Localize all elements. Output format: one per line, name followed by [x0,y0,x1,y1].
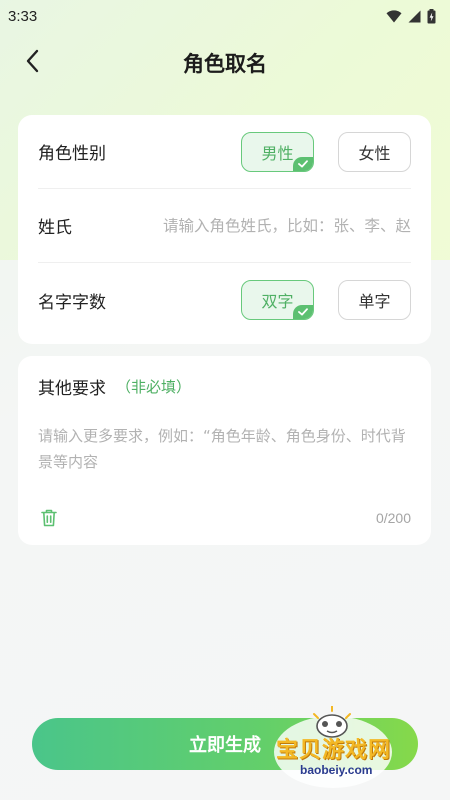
name-length-options: 双字 单字 [241,280,411,320]
extra-footer: 0/200 [38,507,411,529]
watermark-logo: 宝贝游戏网 baobeiy.com [274,702,424,788]
clear-button[interactable] [38,507,60,529]
check-icon [293,156,313,171]
gender-label: 角色性别 [38,144,106,164]
watermark-url: baobeiy.com [300,763,373,777]
check-icon [293,305,313,319]
wifi-icon [386,9,402,22]
extra-header: 其他要求 （非必填） [38,374,411,399]
gender-options: 男性 女性 [241,131,411,172]
name-length-option-double-label: 双字 [261,292,294,311]
surname-input[interactable] [121,216,411,235]
name-length-row: 名字字数 双字 单字 [38,263,411,337]
status-bar: 3:33 [0,0,450,32]
gender-option-female-label: 女性 [358,143,391,163]
surname-row: 姓氏 [38,189,411,263]
generate-button-label: 立即生成 [189,735,261,755]
name-length-option-single-label: 单字 [358,292,391,311]
settings-card: 角色性别 男性 女性 姓氏 名字字数 双字 [18,115,431,344]
char-counter: 0/200 [375,510,411,526]
battery-icon [427,8,436,23]
trash-icon [41,509,57,527]
extra-requirements-card: 其他要求 （非必填） 0/200 [18,356,431,545]
name-length-option-single[interactable]: 单字 [338,280,411,320]
nav-bar: 角色取名 [0,38,450,84]
gender-option-female[interactable]: 女性 [338,131,411,172]
gender-option-male-label: 男性 [261,143,294,163]
gender-option-male[interactable]: 男性 [241,131,314,172]
watermark-brand: 宝贝游戏网 [276,738,392,763]
extra-requirements-input[interactable] [38,423,411,483]
status-icons [386,8,436,24]
extra-title: 其他要求 [38,379,106,399]
name-length-option-double[interactable]: 双字 [241,280,314,320]
signal-icon [408,10,421,22]
surname-label: 姓氏 [38,218,72,238]
optional-tag: （非必填） [116,378,192,396]
page-title: 角色取名 [183,52,267,76]
gender-row: 角色性别 男性 女性 [38,115,411,189]
name-length-label: 名字字数 [38,292,106,313]
status-time: 3:33 [8,7,38,25]
